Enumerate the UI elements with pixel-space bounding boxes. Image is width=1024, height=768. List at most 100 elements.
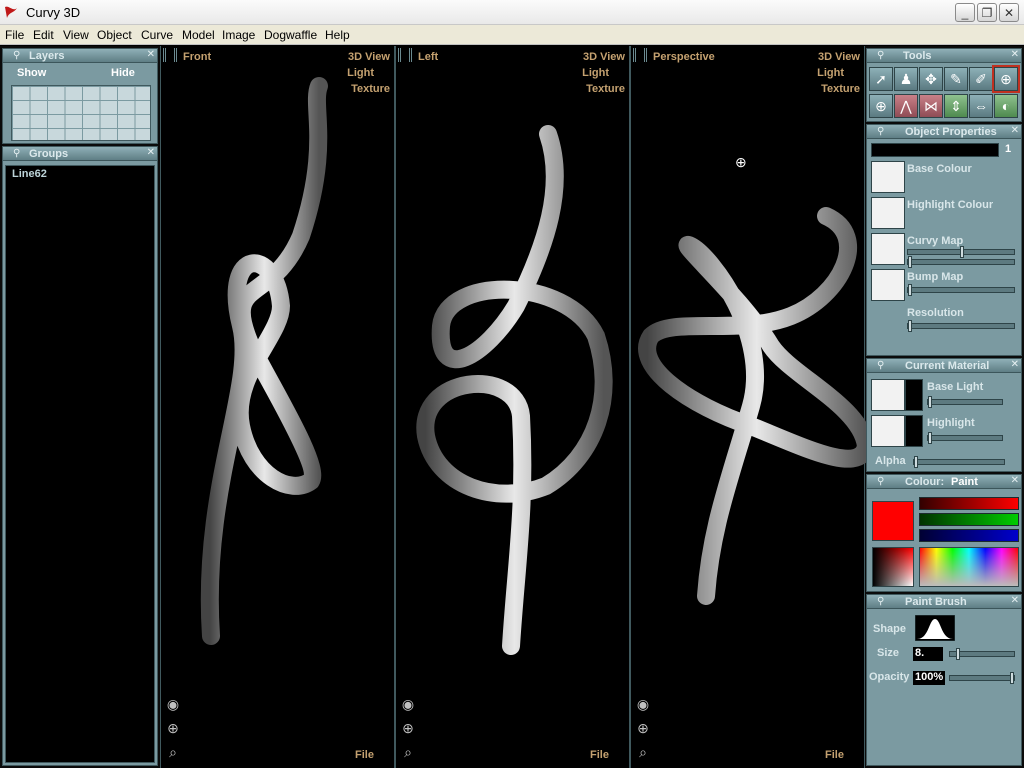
pen-add-icon[interactable]: ✎: [944, 67, 968, 91]
object-name-field[interactable]: [871, 143, 999, 157]
hue-picker[interactable]: [919, 547, 1019, 587]
panel-close-icon[interactable]: ✕: [1011, 595, 1019, 607]
slider-knob[interactable]: [908, 284, 912, 296]
highlight-swatch[interactable]: [871, 415, 905, 447]
brush-icon[interactable]: ✐: [969, 67, 993, 91]
curvy-map-slider[interactable]: [907, 246, 1015, 258]
panel-close-icon[interactable]: ✕: [147, 49, 155, 61]
sculpt-tool-icon[interactable]: ♟: [894, 67, 918, 91]
move-icon[interactable]: ⊕: [400, 720, 416, 736]
slider-knob[interactable]: [960, 246, 964, 258]
pin-icon[interactable]: ⚲: [877, 50, 889, 62]
select-arrow-icon[interactable]: ➚: [869, 67, 893, 91]
slider-knob[interactable]: [956, 648, 960, 660]
base-colour-swatch[interactable]: [871, 161, 905, 193]
resolution-slider[interactable]: [907, 320, 1015, 332]
menu-image[interactable]: Image: [222, 28, 255, 42]
menu-model[interactable]: Model: [182, 28, 215, 42]
current-material-panel: ⚲ Current Material ✕ Base Light Highligh…: [866, 358, 1022, 472]
knot-model-left[interactable]: [396, 46, 631, 768]
move-icon[interactable]: ⊕: [635, 720, 651, 736]
knot-model-perspective[interactable]: [631, 46, 866, 768]
highlight-slider[interactable]: [927, 432, 1003, 444]
pin-icon[interactable]: ⚲: [877, 476, 889, 488]
minimize-button[interactable]: _: [955, 3, 975, 22]
base-light-dark-swatch[interactable]: [905, 379, 923, 411]
viewport-perspective[interactable]: Perspective 3D View Light Texture ⊕ ◉ ⊕ …: [630, 46, 866, 768]
scale-tool-icon[interactable]: ⇕: [944, 94, 968, 118]
pinch-tool-icon[interactable]: ⋈: [919, 94, 943, 118]
menu-dogwaffle[interactable]: Dogwaffle: [264, 28, 317, 42]
panel-close-icon[interactable]: ✕: [1011, 125, 1019, 137]
close-button[interactable]: ✕: [999, 3, 1019, 22]
size-value-field[interactable]: 8.: [913, 647, 943, 661]
brush-shape-preview[interactable]: [915, 615, 955, 641]
opacity-value-field[interactable]: 100%: [913, 671, 945, 685]
slider-knob[interactable]: [914, 456, 918, 468]
size-slider[interactable]: [949, 648, 1015, 660]
viewport-file-menu[interactable]: File: [590, 749, 609, 761]
highlight-colour-swatch[interactable]: [871, 197, 905, 229]
maximize-button[interactable]: ❐: [977, 3, 997, 22]
panel-close-icon[interactable]: ✕: [1011, 475, 1019, 487]
target-tool-icon[interactable]: ⊕: [992, 65, 1020, 93]
paint-brush-title: Paint Brush: [905, 596, 967, 608]
viewport-file-menu[interactable]: File: [355, 749, 374, 761]
base-light-swatch[interactable]: [871, 379, 905, 411]
menu-file[interactable]: File: [5, 28, 24, 42]
panel-close-icon[interactable]: ✕: [1011, 359, 1019, 371]
menu-object[interactable]: Object: [97, 28, 132, 42]
curvy-map-slider-2[interactable]: [907, 256, 1015, 268]
zoom-icon[interactable]: ⌕: [400, 744, 416, 760]
highlight-dark-swatch[interactable]: [905, 415, 923, 447]
alpha-slider[interactable]: [913, 456, 1005, 468]
menu-view[interactable]: View: [63, 28, 89, 42]
slider-knob[interactable]: [928, 432, 932, 444]
pin-icon[interactable]: ⚲: [877, 360, 889, 372]
bump-map-slider[interactable]: [907, 284, 1015, 296]
green-channel-slider[interactable]: [919, 513, 1019, 526]
pin-icon[interactable]: ⚲: [13, 148, 25, 160]
slider-knob[interactable]: [908, 320, 912, 332]
blue-channel-slider[interactable]: [919, 529, 1019, 542]
sphere-icon[interactable]: ◉: [400, 696, 416, 712]
base-light-slider[interactable]: [927, 396, 1003, 408]
peak-tool-icon[interactable]: ⋀: [894, 94, 918, 118]
panel-close-icon[interactable]: ✕: [147, 147, 155, 159]
slider-knob[interactable]: [1010, 672, 1014, 684]
layer-grid[interactable]: [11, 85, 151, 141]
panel-close-icon[interactable]: ✕: [1011, 49, 1019, 61]
zoom-icon[interactable]: ⌕: [165, 744, 181, 760]
symmetry-tool-icon[interactable]: ◐: [994, 94, 1018, 118]
pin-icon[interactable]: ⚲: [877, 596, 889, 608]
menu-edit[interactable]: Edit: [33, 28, 54, 42]
sphere-icon[interactable]: ◉: [635, 696, 651, 712]
saturation-picker[interactable]: [872, 547, 914, 587]
list-item[interactable]: Line62: [12, 168, 47, 180]
curvy-map-swatch[interactable]: [871, 233, 905, 265]
opacity-slider[interactable]: [949, 672, 1015, 684]
slider-knob[interactable]: [928, 396, 932, 408]
move-arrows-icon[interactable]: ✥: [919, 67, 943, 91]
red-channel-slider[interactable]: [919, 497, 1019, 510]
curvy-map-label: Curvy Map: [907, 235, 964, 247]
move-icon[interactable]: ⊕: [165, 720, 181, 736]
menu-help[interactable]: Help: [325, 28, 350, 42]
layers-hide-button[interactable]: Hide: [111, 67, 135, 79]
globe-icon[interactable]: ⊕: [869, 94, 893, 118]
viewport-left[interactable]: Left 3D View Light Texture ◉ ⊕ ⌕ File: [395, 46, 630, 768]
pin-icon[interactable]: ⚲: [877, 126, 889, 138]
layers-show-button[interactable]: Show: [17, 67, 46, 79]
viewport-front[interactable]: Front 3D View Light Texture ◉ ⊕ ⌕ File: [160, 46, 395, 768]
sphere-icon[interactable]: ◉: [165, 696, 181, 712]
mirror-tool-icon[interactable]: ⇔: [969, 94, 993, 118]
pin-icon[interactable]: ⚲: [13, 50, 25, 62]
zoom-icon[interactable]: ⌕: [635, 744, 651, 760]
slider-knob[interactable]: [908, 256, 912, 268]
paint-brush-panel: ⚲ Paint Brush ✕ Shape Size 8. Opacity 10…: [866, 594, 1022, 766]
current-colour-swatch[interactable]: [872, 501, 914, 541]
menu-curve[interactable]: Curve: [141, 28, 173, 42]
knot-model-front[interactable]: [161, 46, 396, 768]
viewport-file-menu[interactable]: File: [825, 749, 844, 761]
bump-map-swatch[interactable]: [871, 269, 905, 301]
